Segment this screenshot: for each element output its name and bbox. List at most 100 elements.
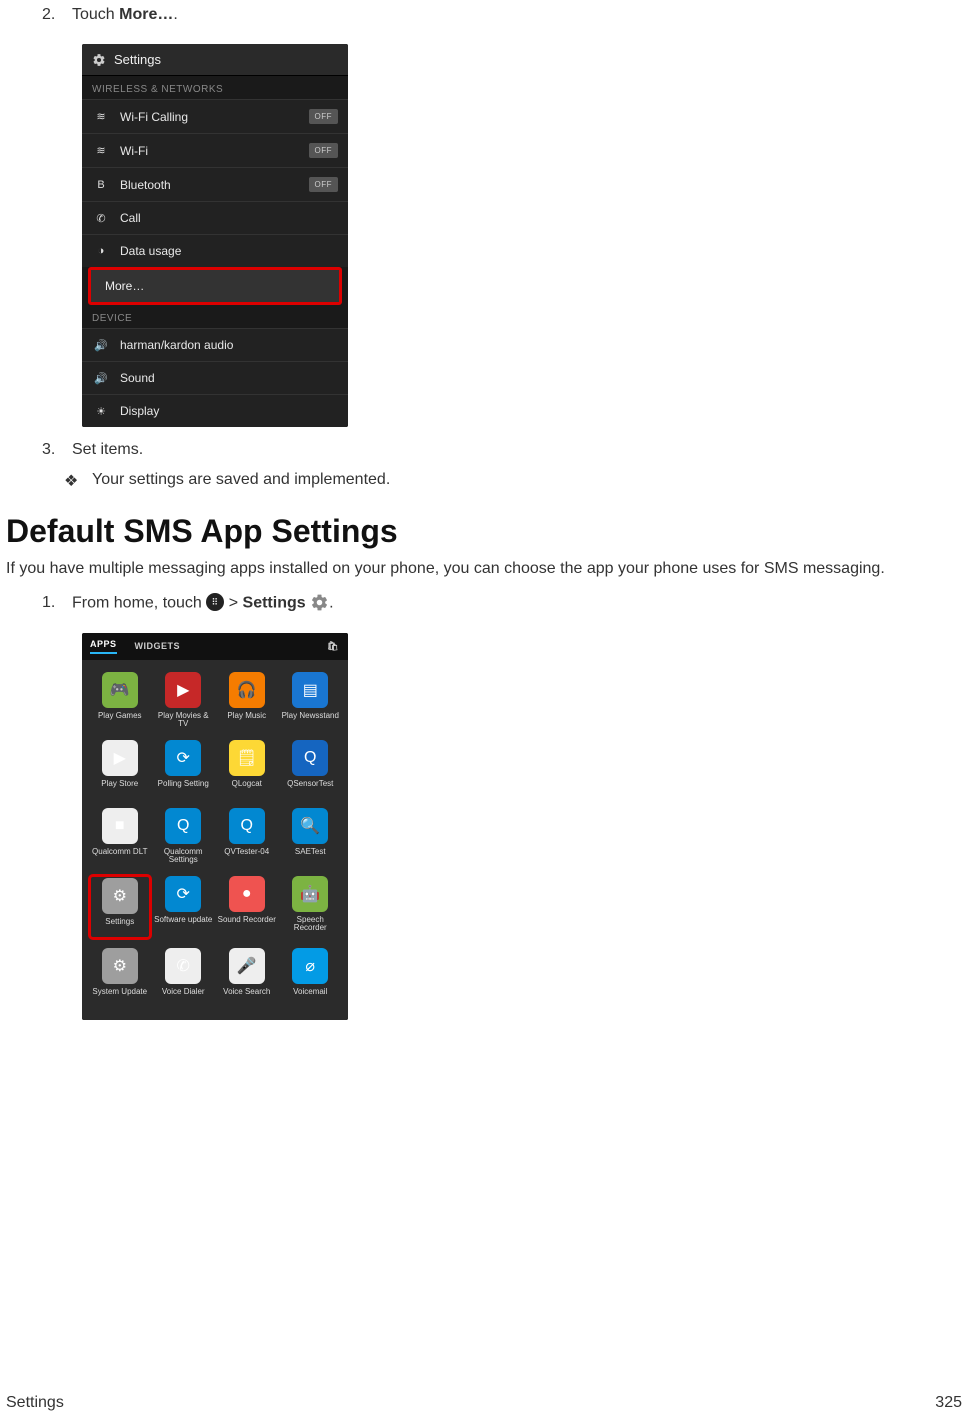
row-icon: 🔊	[92, 372, 110, 385]
app-qsensortest[interactable]: Q QSensorTest	[281, 740, 341, 798]
app-label: Qualcomm DLT	[92, 848, 147, 866]
app-label: Software update	[154, 916, 212, 934]
shop-icon[interactable]: 🛍	[326, 641, 340, 652]
row-label: harman/kardon audio	[120, 338, 338, 352]
row-label: Display	[120, 404, 338, 418]
app-qlogcat[interactable]: 🗒 QLogcat	[217, 740, 277, 798]
app-voicemail[interactable]: ⌀Voicemail	[281, 948, 341, 1006]
settings-row[interactable]: ☀ Display	[82, 394, 348, 427]
step-text: Touch More….	[72, 6, 968, 24]
app-label: Play Games	[98, 712, 142, 730]
row-icon: ☀	[92, 405, 110, 418]
app-icon: Q	[292, 740, 328, 776]
app-icon: 🗒	[229, 740, 265, 776]
row-icon: B	[92, 179, 110, 191]
app-icon: 🎤	[229, 948, 265, 984]
app-label: Sound Recorder	[218, 916, 276, 934]
step-number: 1.	[42, 594, 72, 613]
app-icon: ⚙	[102, 878, 138, 914]
settings-row[interactable]: ✆Call	[82, 201, 348, 234]
app-icon: ▶	[102, 740, 138, 776]
step-number: 3.	[42, 441, 72, 459]
app-settings[interactable]: ⚙ Settings	[90, 876, 150, 938]
row-label: Wi-Fi	[120, 144, 309, 158]
row-icon: ✆	[92, 212, 110, 225]
app-label: System Update	[92, 988, 147, 1006]
settings-row[interactable]: ◑Data usage	[82, 234, 348, 267]
settings-title: Settings	[114, 52, 161, 67]
section-header-wireless: WIRELESS & NETWORKS	[82, 76, 348, 99]
app-icon: 🎮	[102, 672, 138, 708]
footer-section: Settings	[6, 1394, 64, 1412]
app-icon: ▤	[292, 672, 328, 708]
row-label: Bluetooth	[120, 178, 309, 192]
app-label: Voice Search	[223, 988, 270, 1006]
row-icon: ≋	[92, 110, 110, 123]
app-system-update[interactable]: ⚙ System Update	[90, 948, 150, 1006]
app-qvtester-04[interactable]: Q QVTester-04	[217, 808, 277, 866]
settings-row[interactable]: ≋ Wi-Fi CallingOFF	[82, 99, 348, 133]
app-label: Play Newsstand	[282, 712, 339, 730]
step-text: From home, touch ⠿ > Settings .	[72, 594, 968, 613]
app-label: QSensorTest	[287, 780, 333, 798]
app-icon: Q	[229, 808, 265, 844]
toggle-off[interactable]: OFF	[309, 177, 339, 192]
settings-screenshot: Settings WIRELESS & NETWORKS ≋ Wi-Fi Call…	[82, 44, 348, 427]
row-label: Sound	[120, 371, 338, 385]
settings-row[interactable]: B BluetoothOFF	[82, 167, 348, 201]
app-label: Play Store	[101, 780, 138, 798]
page-footer: Settings 325	[6, 1394, 962, 1412]
app-voice-dialer[interactable]: ✆ Voice Dialer	[154, 948, 214, 1006]
app-play-store[interactable]: ▶ Play Store	[90, 740, 150, 798]
app-play-newsstand[interactable]: ▤ Play Newsstand	[281, 672, 341, 730]
app-label: Voice Dialer	[162, 988, 205, 1006]
apps-screenshot: APPS WIDGETS 🛍 🎮 Play Games ▶Play Movies &…	[82, 633, 348, 1020]
app-icon: ✆	[165, 948, 201, 984]
app-label: Polling Setting	[158, 780, 209, 798]
result-text: Your settings are saved and implemented.	[92, 471, 390, 491]
app-play-games[interactable]: 🎮 Play Games	[90, 672, 150, 730]
app-qualcomm-settings[interactable]: QQualcomm Settings	[154, 808, 214, 866]
settings-row[interactable]: 🔊harman/kardon audio	[82, 328, 348, 361]
app-icon: 🔍	[292, 808, 328, 844]
app-label: QLogcat	[232, 780, 262, 798]
sms-step-1: 1. From home, touch ⠿ > Settings .	[42, 594, 968, 613]
app-icon: ■	[102, 808, 138, 844]
app-voice-search[interactable]: 🎤 Voice Search	[217, 948, 277, 1006]
tab-apps[interactable]: APPS	[90, 639, 117, 654]
app-label: Voicemail	[293, 988, 327, 1006]
settings-row[interactable]: ≋Wi-FiOFF	[82, 133, 348, 167]
app-play-music[interactable]: 🎧 Play Music	[217, 672, 277, 730]
app-icon: ●	[229, 876, 265, 912]
app-software-update[interactable]: ⟳ Software update	[154, 876, 214, 938]
app-label: Settings	[105, 918, 134, 936]
settings-row[interactable]: 🔊 Sound	[82, 361, 348, 394]
step-text: Set items.	[72, 441, 968, 459]
app-saetest[interactable]: 🔍SAETest	[281, 808, 341, 866]
app-icon: ⟳	[165, 876, 201, 912]
app-label: Play Music	[227, 712, 266, 730]
app-qualcomm-dlt[interactable]: ■ Qualcomm DLT	[90, 808, 150, 866]
app-icon: 🤖	[292, 876, 328, 912]
step-number: 2.	[42, 6, 72, 24]
row-label: Wi-Fi Calling	[120, 110, 309, 124]
settings-title-bar: Settings	[82, 44, 348, 76]
app-polling-setting[interactable]: ⟳Polling Setting	[154, 740, 214, 798]
result-note: ❖ Your settings are saved and implemente…	[64, 471, 968, 491]
app-icon: 🎧	[229, 672, 265, 708]
toggle-off[interactable]: OFF	[309, 109, 339, 124]
section-header-device: DEVICE	[82, 305, 348, 328]
app-speech-recorder[interactable]: 🤖 Speech Recorder	[281, 876, 341, 938]
tab-widgets[interactable]: WIDGETS	[135, 641, 181, 651]
app-play-movies-tv[interactable]: ▶Play Movies & TV	[154, 672, 214, 730]
app-icon: ⚙	[102, 948, 138, 984]
settings-gear-icon	[310, 593, 329, 612]
app-icon: Q	[165, 808, 201, 844]
footer-page-number: 325	[935, 1394, 962, 1412]
row-icon: ◑	[92, 245, 110, 257]
app-label: QVTester-04	[224, 848, 269, 866]
settings-row-more[interactable]: More…	[88, 267, 342, 305]
toggle-off[interactable]: OFF	[309, 143, 339, 158]
app-sound-recorder[interactable]: ● Sound Recorder	[217, 876, 277, 938]
app-label: Speech Recorder	[281, 916, 341, 934]
